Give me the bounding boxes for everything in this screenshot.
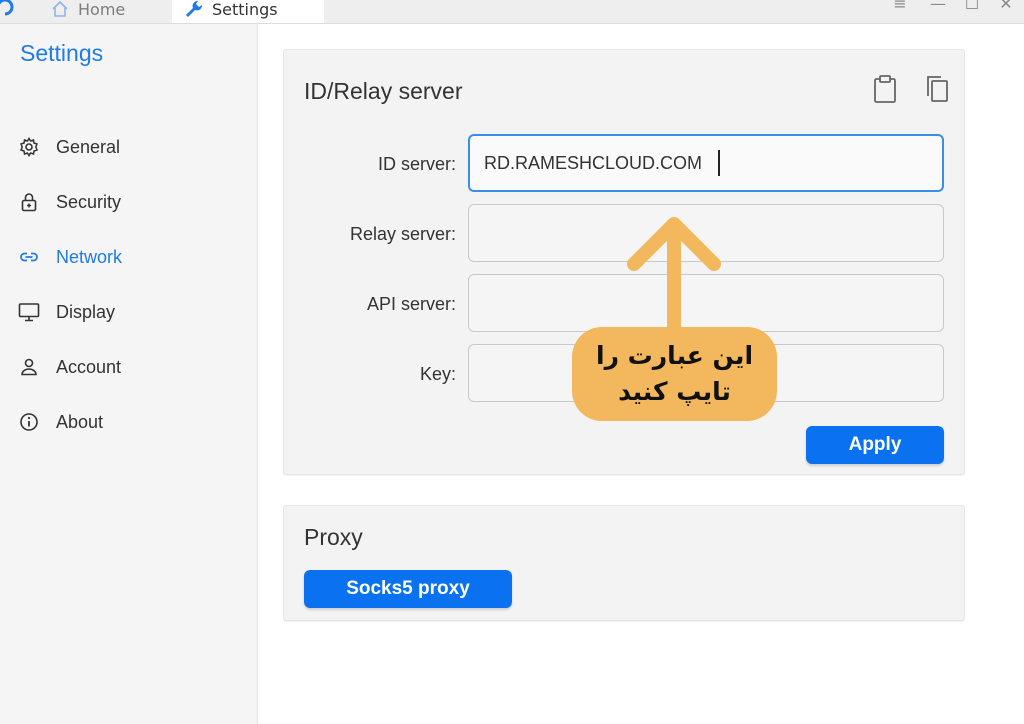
- id-relay-title: ID/Relay server: [304, 78, 463, 104]
- home-icon: [52, 0, 68, 17]
- close-icon[interactable]: ✕: [996, 0, 1016, 13]
- id-server-label: ID server:: [377, 154, 456, 174]
- minimize-icon[interactable]: —: [928, 0, 948, 13]
- lock-icon: [18, 191, 40, 213]
- sidebar-item-general[interactable]: General: [18, 134, 120, 160]
- sidebar-item-display[interactable]: Display: [18, 299, 115, 325]
- annotation-line-2: تایپ کنید: [618, 377, 731, 406]
- sidebar-item-label: Security: [56, 191, 122, 212]
- sidebar-item-about[interactable]: About: [18, 409, 103, 435]
- link-icon: [18, 246, 40, 268]
- user-icon: [18, 356, 40, 378]
- clipboard-icon[interactable]: [872, 74, 898, 104]
- maximize-icon[interactable]: ☐: [962, 0, 982, 13]
- annotation-bubble: این عبارت را تایپ کنید: [572, 327, 777, 421]
- proxy-title: Proxy: [304, 524, 363, 550]
- sidebar-item-label: Account: [56, 356, 122, 377]
- copy-icon[interactable]: [924, 74, 950, 104]
- sidebar-item-label: Display: [56, 301, 116, 322]
- tab-settings[interactable]: Settings: [172, 0, 324, 23]
- sidebar-item-label: Network: [56, 246, 123, 267]
- wrench-icon: [186, 0, 203, 17]
- apply-button[interactable]: Apply: [806, 426, 944, 464]
- sidebar-item-account[interactable]: Account: [18, 354, 121, 380]
- key-label: Key:: [419, 364, 456, 384]
- sidebar-item-label: General: [56, 136, 121, 157]
- proxy-card: Proxy Socks5 proxy: [283, 505, 965, 621]
- sidebar-title: Settings: [20, 40, 104, 66]
- relay-server-label: Relay server:: [349, 224, 456, 244]
- gear-icon: [18, 136, 40, 158]
- info-icon: [18, 411, 40, 433]
- sidebar: Settings General Security Network Displa…: [0, 24, 258, 724]
- id-server-input[interactable]: [468, 134, 944, 192]
- sidebar-item-security[interactable]: Security: [18, 189, 121, 215]
- socks5-proxy-button[interactable]: Socks5 proxy: [304, 570, 512, 608]
- app-logo-icon: [0, 0, 14, 16]
- tab-home[interactable]: Home: [50, 0, 125, 23]
- title-bar: Home Settings ≡ — ☐ ✕: [0, 0, 1024, 24]
- up-arrow-icon: [627, 217, 721, 334]
- monitor-icon: [18, 301, 40, 323]
- menu-icon[interactable]: ≡: [890, 0, 910, 13]
- tab-settings-label: Settings: [212, 0, 278, 19]
- tab-home-label: Home: [78, 0, 126, 19]
- annotation-line-1: این عبارت را: [596, 341, 754, 370]
- sidebar-item-label: About: [56, 411, 104, 432]
- text-caret: [718, 150, 720, 176]
- sidebar-item-network[interactable]: Network: [18, 244, 122, 270]
- api-server-label: API server:: [366, 294, 456, 314]
